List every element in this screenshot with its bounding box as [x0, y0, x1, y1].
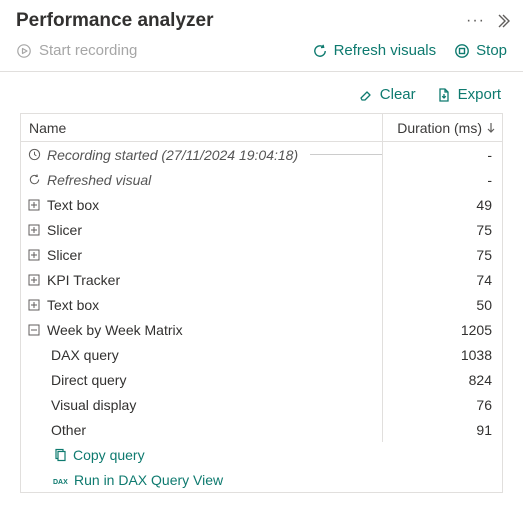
results-table: Name Duration (ms) Recording started (27… [20, 113, 503, 493]
table-row-expanded[interactable]: Week by Week Matrix 1205 [21, 317, 502, 342]
table-row[interactable]: Slicer 75 [21, 217, 502, 242]
export-label: Export [458, 86, 501, 103]
column-header-duration[interactable]: Duration (ms) [382, 114, 502, 141]
expand-icon[interactable] [27, 274, 41, 286]
table-subrow: Visual display 76 [21, 392, 502, 417]
export-button[interactable]: Export [436, 86, 501, 103]
table-row[interactable]: KPI Tracker 74 [21, 267, 502, 292]
sort-arrow-icon [486, 122, 496, 134]
refresh-icon [312, 43, 328, 59]
run-dax-link[interactable]: Run in DAX Query View [74, 472, 223, 488]
start-recording-label: Start recording [39, 42, 137, 59]
table-row[interactable]: Slicer 75 [21, 242, 502, 267]
record-icon [16, 43, 32, 59]
svg-text:DAX: DAX [53, 479, 68, 486]
export-icon [436, 87, 452, 103]
clock-icon [27, 148, 41, 161]
stop-button[interactable]: Stop [454, 42, 507, 59]
stop-label: Stop [476, 42, 507, 59]
table-row[interactable]: Text box 50 [21, 292, 502, 317]
clear-label: Clear [380, 86, 416, 103]
expand-icon[interactable] [27, 199, 41, 211]
dax-icon: DAX [53, 473, 68, 487]
table-row[interactable]: Text box 49 [21, 192, 502, 217]
table-subrow: Other 91 [21, 417, 502, 442]
expand-icon[interactable] [27, 224, 41, 236]
column-header-name[interactable]: Name [21, 120, 382, 136]
refresh-visuals-label: Refresh visuals [334, 42, 437, 59]
copy-query-link[interactable]: Copy query [73, 447, 145, 463]
more-icon[interactable]: ··· [466, 12, 485, 30]
refreshed-visual-row: Refreshed visual - [21, 167, 502, 192]
recording-started-row: Recording started (27/11/2024 19:04:18) … [21, 142, 502, 167]
start-recording-button: Start recording [16, 42, 137, 59]
collapse-icon[interactable] [495, 13, 511, 29]
table-subrow: Direct query 824 [21, 367, 502, 392]
pane-title: Performance analyzer [16, 10, 214, 32]
refresh-small-icon [27, 173, 41, 186]
clear-button[interactable]: Clear [358, 86, 416, 103]
collapse-icon[interactable] [27, 324, 41, 336]
stop-icon [454, 43, 470, 59]
expand-icon[interactable] [27, 249, 41, 261]
copy-icon [53, 448, 67, 462]
eraser-icon [358, 87, 374, 103]
table-subrow: DAX query 1038 [21, 342, 502, 367]
refresh-visuals-button[interactable]: Refresh visuals [312, 42, 437, 59]
expand-icon[interactable] [27, 299, 41, 311]
